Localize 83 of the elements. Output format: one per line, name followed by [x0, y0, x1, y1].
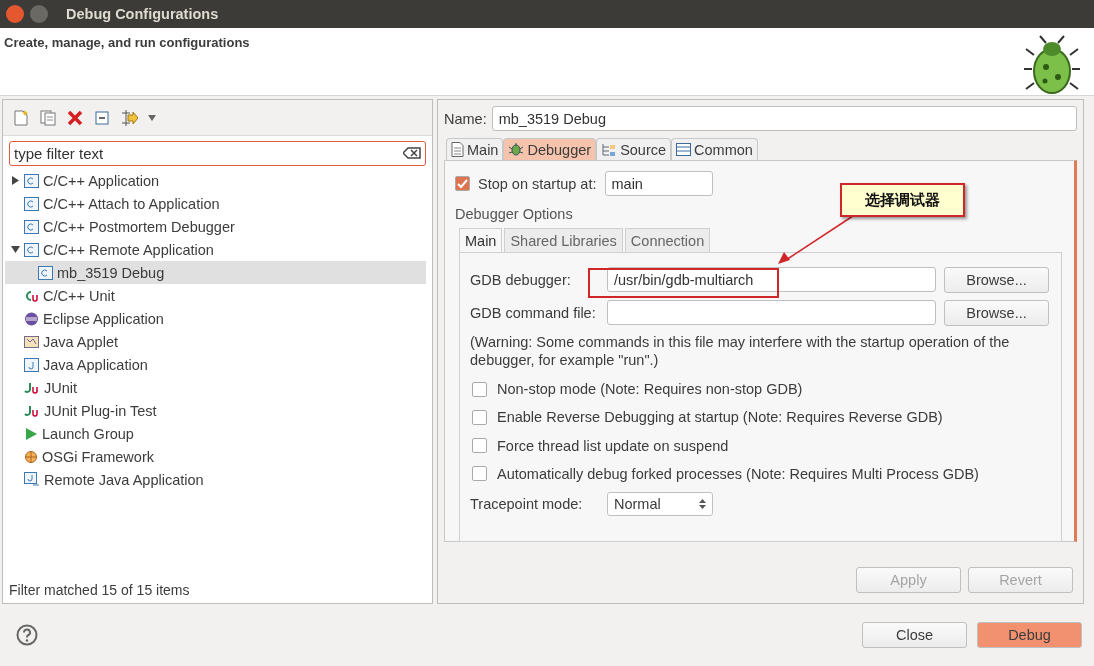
minimize-window-button[interactable] — [30, 5, 48, 23]
dropdown-caret-icon[interactable] — [147, 113, 157, 122]
java-file-icon — [24, 357, 39, 372]
gdb-command-file-field[interactable] — [607, 300, 936, 326]
option-label: Automatically debug forked processes (Note: Requires Multi Process GDB) — [497, 465, 979, 482]
name-label: Name: — [444, 110, 487, 127]
filter-icon[interactable] — [120, 108, 138, 127]
option-label: Force thread list update on suspend — [497, 437, 729, 454]
c-file-icon — [24, 219, 39, 234]
filter-status: Filter matched 15 of 15 items — [8, 582, 191, 600]
tree-item[interactable]: Java Applet — [5, 330, 426, 353]
gdb-command-file-label: GDB command file: — [470, 304, 597, 321]
annotation-callout: 选择调试器 — [840, 183, 965, 217]
filter-field[interactable]: type filter text — [9, 141, 426, 166]
group-title: Debugger Options — [455, 206, 574, 222]
collapse-all-icon[interactable] — [93, 108, 111, 127]
close-button[interactable]: Close — [862, 622, 967, 648]
checkbox[interactable] — [455, 176, 470, 191]
bug-icon — [1024, 35, 1080, 95]
delete-icon[interactable] — [66, 108, 84, 127]
checkbox[interactable] — [472, 409, 487, 425]
source-tree-icon — [601, 142, 618, 157]
tree-item[interactable]: JUnit Plug-in Test — [5, 399, 426, 422]
new-file-icon[interactable] — [12, 108, 30, 127]
tab[interactable]: Debugger — [503, 138, 597, 160]
page-icon — [451, 142, 464, 157]
tracepoint-mode-label: Tracepoint mode: — [470, 496, 584, 513]
tree-item[interactable]: mb_3519 Debug — [5, 261, 426, 284]
option-label: Enable Reverse Debugging at startup (Note: Requires Reverse GDB) — [497, 409, 943, 426]
collapsed-arrow-icon[interactable] — [11, 176, 20, 185]
browse-button[interactable]: Browse... — [944, 266, 1049, 293]
help-icon[interactable] — [16, 624, 38, 646]
tree-item[interactable]: JUnit — [5, 376, 426, 399]
option-label: Non-stop mode (Note: Requires non-stop GDB) — [497, 381, 803, 398]
tab[interactable]: Common — [671, 138, 758, 160]
startup-symbol-field[interactable]: main — [604, 171, 713, 196]
tree-item[interactable]: C/C++ Remote Application — [5, 238, 426, 261]
checkbox[interactable] — [472, 438, 487, 454]
tree-item[interactable]: Launch Group — [5, 422, 426, 445]
tree-item[interactable]: C/C++ Postmortem Debugger — [5, 215, 426, 238]
remote-java-icon — [24, 472, 40, 487]
expanded-arrow-icon[interactable] — [11, 245, 20, 254]
c-file-icon — [24, 242, 39, 257]
tree-item[interactable]: Remote Java Application — [5, 468, 426, 491]
window-title: Debug Configurations — [66, 6, 219, 22]
tree-item[interactable]: C/C++ Attach to Application — [5, 192, 426, 215]
unit-test-icon — [24, 288, 39, 303]
gdb-debugger-label: GDB debugger: — [470, 271, 572, 288]
tab[interactable]: Source — [596, 138, 672, 160]
tree-item[interactable]: C/C++ Unit — [5, 284, 426, 307]
tab[interactable]: Shared Libraries — [504, 228, 623, 252]
table-icon — [676, 143, 692, 156]
tab[interactable]: Main — [459, 228, 503, 252]
c-file-icon — [24, 173, 39, 188]
tab[interactable]: Main — [446, 138, 504, 160]
bug-icon — [508, 142, 525, 157]
duplicate-icon[interactable] — [39, 108, 57, 127]
tree-item[interactable]: Java Application — [5, 353, 426, 376]
spinner-arrows-icon — [699, 498, 706, 511]
play-icon — [24, 426, 38, 441]
c-file-icon — [38, 265, 53, 280]
crosshair-icon — [24, 449, 38, 464]
junit-icon — [24, 380, 40, 395]
browse-button[interactable]: Browse... — [944, 299, 1049, 326]
dialog-subtitle: Create, manage, and run configurations — [4, 35, 250, 50]
c-file-icon — [24, 196, 39, 211]
applet-icon — [24, 334, 39, 349]
tree-item[interactable]: C/C++ Application — [5, 169, 426, 192]
tree-item[interactable]: Eclipse Application — [5, 307, 426, 330]
tree-item[interactable]: OSGi Framework — [5, 445, 426, 468]
checkbox[interactable] — [472, 381, 487, 397]
debug-button[interactable]: Debug — [977, 622, 1082, 648]
close-window-button[interactable] — [6, 5, 24, 23]
stop-on-startup-label: Stop on startup at: — [478, 175, 597, 192]
name-field[interactable]: mb_3519 Debug — [491, 106, 1077, 131]
junit-icon — [24, 403, 40, 418]
tracepoint-mode-select[interactable]: Normal — [607, 492, 713, 517]
clear-icon[interactable] — [403, 147, 421, 159]
gdb-debugger-field[interactable]: /usr/bin/gdb-multiarch — [607, 267, 936, 293]
warning-text: (Warning: Some commands in this file may interfere with the startup operation of the debugger, for example "run".) — [470, 333, 1011, 370]
eclipse-icon — [24, 311, 39, 326]
tab[interactable]: Connection — [624, 228, 711, 252]
checkbox[interactable] — [472, 466, 487, 482]
